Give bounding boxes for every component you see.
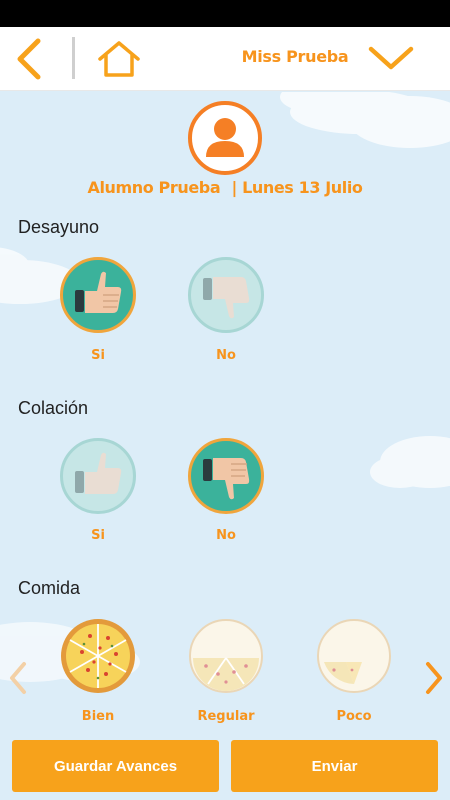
meal-regular-label: Regular: [197, 709, 255, 724]
chevron-right-icon: [426, 662, 442, 694]
meal-good-label: Bien: [81, 709, 115, 724]
snack-yes-label: Si: [91, 528, 105, 543]
home-icon: [98, 41, 140, 77]
snack-no-label: No: [216, 528, 236, 543]
account-dropdown-button[interactable]: [366, 41, 416, 75]
send-button[interactable]: Enviar: [231, 740, 438, 792]
section-title-snack: Colación: [18, 398, 89, 418]
meal-regular-option[interactable]: [188, 618, 264, 694]
pizza-full-icon: [61, 619, 135, 693]
user-icon: [206, 118, 244, 157]
thumbs-up-icon: [75, 452, 122, 494]
next-arrow-button[interactable]: [420, 660, 446, 696]
header-divider: [72, 37, 75, 79]
status-bar: [0, 0, 450, 27]
chevron-down-icon: [368, 46, 414, 70]
section-title-meal: Comida: [18, 578, 81, 598]
meal-little-label: Poco: [336, 709, 372, 724]
breakfast-no-option[interactable]: [188, 257, 264, 333]
chevron-left-icon: [17, 38, 41, 80]
student-date: Lunes 13 Julio: [242, 178, 363, 197]
info-separator: |: [231, 178, 237, 197]
student-name: Alumno Prueba: [87, 178, 221, 197]
pizza-half-icon: [189, 619, 263, 693]
breakfast-no-label: No: [216, 348, 236, 363]
snack-no-option[interactable]: [188, 438, 264, 514]
prev-arrow-button[interactable]: [6, 660, 32, 696]
back-button[interactable]: [10, 35, 50, 83]
teacher-name[interactable]: Miss Prueba: [200, 47, 390, 66]
chevron-left-icon: [10, 662, 26, 694]
meal-little-option[interactable]: [316, 618, 392, 694]
breakfast-yes-label: Si: [91, 348, 105, 363]
save-progress-button[interactable]: Guardar Avances: [12, 740, 219, 792]
thumbs-down-icon: [203, 458, 250, 500]
section-title-breakfast: Desayuno: [18, 217, 100, 237]
breakfast-yes-option[interactable]: [60, 257, 136, 333]
thumbs-up-icon: [75, 271, 122, 313]
snack-yes-option[interactable]: [60, 438, 136, 514]
pizza-slice-icon: [317, 619, 391, 693]
student-info: Alumno Prueba | Lunes 13 Julio: [0, 178, 450, 197]
home-button[interactable]: [96, 39, 142, 79]
top-bar: Miss Prueba: [0, 27, 450, 91]
student-avatar: [188, 101, 262, 175]
meal-good-option[interactable]: [60, 618, 136, 694]
thumbs-down-icon: [203, 277, 250, 319]
